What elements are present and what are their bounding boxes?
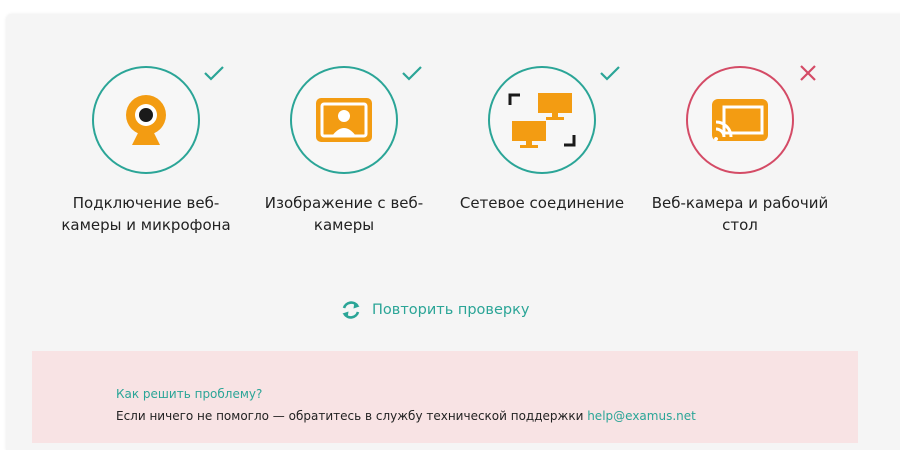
check-ok-icon: [599, 64, 621, 82]
user-portrait-icon: [316, 98, 372, 142]
retry-label: Повторить проверку: [372, 302, 530, 318]
network-icon: [508, 93, 576, 148]
check-circle: [290, 66, 398, 174]
check-error-icon: [797, 64, 819, 82]
check-label: Веб-камера и рабочий стол: [651, 194, 829, 234]
check-ok-icon: [203, 64, 225, 82]
check-circle: [92, 66, 200, 174]
check-label: Изображение с веб-камеры: [264, 194, 424, 234]
checks-row: Подключение веб-камеры и микрофона Изобр…: [0, 0, 900, 260]
check-ok-icon: [401, 64, 423, 82]
help-text: Если ничего не помогло — обратитесь в сл…: [116, 409, 588, 423]
help-text-line: Если ничего не помогло — обратитесь в сл…: [116, 409, 696, 423]
check-label: Сетевое соединение: [459, 194, 625, 212]
screen-cast-icon: [712, 99, 768, 141]
help-title: Как решить проблему?: [116, 387, 263, 401]
check-circle: [686, 66, 794, 174]
retry-check-button[interactable]: Повторить проверку: [340, 297, 529, 323]
check-circle: [488, 66, 596, 174]
support-email-link[interactable]: help@examus.net: [587, 409, 696, 423]
webcam-icon: [126, 95, 166, 145]
help-panel: Как решить проблему? Если ничего не помо…: [32, 351, 858, 443]
refresh-icon: [342, 301, 360, 319]
check-label: Подключение веб-камеры и микрофона: [61, 194, 231, 234]
